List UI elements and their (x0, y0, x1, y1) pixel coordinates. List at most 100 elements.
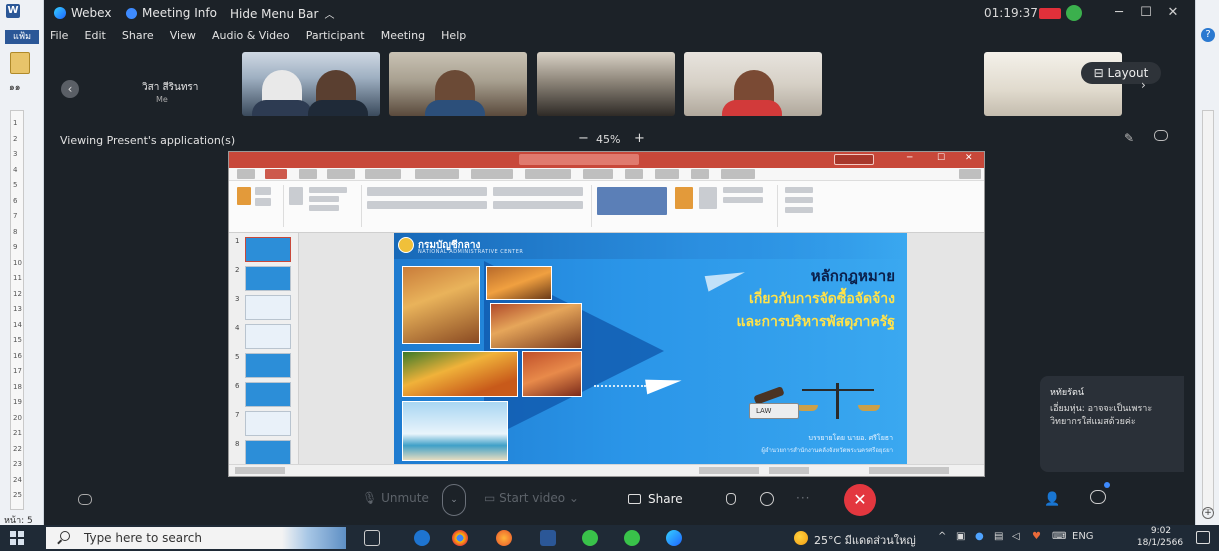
ppt-tab[interactable] (299, 169, 317, 179)
reactions-icon[interactable] (760, 492, 774, 506)
slide-thumbnail[interactable] (245, 440, 291, 465)
network-icon[interactable]: ▤ (994, 531, 1003, 542)
language-indicator[interactable]: ENG (1072, 531, 1094, 542)
menu-share[interactable]: Share (122, 29, 154, 42)
paste-icon[interactable] (10, 52, 30, 74)
raise-hand-icon[interactable] (726, 493, 736, 505)
ppt-tab[interactable] (655, 169, 679, 179)
taskbar-search-box[interactable]: Type here to search (46, 527, 346, 549)
participant-video-tile[interactable] (684, 52, 822, 116)
ppt-maximize-button[interactable]: ☐ (937, 153, 945, 163)
slide-thumbnail[interactable] (245, 324, 291, 349)
current-slide[interactable]: กรมบัญชีกลาง NATIONAL ADMINISTRATIVE CEN… (394, 233, 907, 464)
ppt-tab[interactable] (583, 169, 613, 179)
ppt-tab[interactable] (721, 169, 755, 179)
ppt-tab[interactable] (525, 169, 571, 179)
tray-app-icon[interactable]: ● (975, 531, 984, 542)
menu-audio-video[interactable]: Audio & Video (212, 29, 290, 42)
close-button[interactable]: ✕ (1161, 4, 1185, 22)
slide-thumbnail[interactable] (245, 382, 291, 407)
maximize-button[interactable]: ☐ (1134, 4, 1158, 22)
unmute-button[interactable]: 🎙 Unmute (362, 491, 429, 505)
keyboard-icon[interactable]: ⌨ (1052, 531, 1066, 542)
slide-thumbnail[interactable] (245, 295, 291, 320)
chevron-up-icon[interactable]: ^ (938, 531, 946, 542)
webex-app-title[interactable]: Webex (54, 6, 111, 20)
menu-view[interactable]: View (170, 29, 196, 42)
volume-icon[interactable]: ◁ (1012, 531, 1020, 542)
ppt-new-slide-icon[interactable] (289, 187, 303, 205)
participant-video-tile[interactable] (242, 52, 380, 116)
ppt-tab[interactable] (237, 169, 255, 179)
word-taskbar-icon[interactable] (540, 530, 556, 546)
minimize-button[interactable]: ─ (1107, 4, 1131, 22)
shared-powerpoint-window[interactable]: ─ ☐ ✕ 1 2 3 4 5 6 7 8 กรมบัญชีกลาง NATIO… (228, 151, 985, 477)
chrome-icon[interactable] (452, 530, 468, 546)
clock-time[interactable]: 9:02 (1136, 526, 1186, 536)
menu-edit[interactable]: Edit (85, 29, 106, 42)
tray-app-icon[interactable]: ▣ (956, 531, 965, 542)
tray-app-icon[interactable]: ♥ (1032, 531, 1041, 542)
audio-options-button[interactable]: ⌄ (442, 484, 466, 516)
menu-participant[interactable]: Participant (306, 29, 365, 42)
ppt-slide-canvas[interactable]: กรมบัญชีกลาง NATIONAL ADMINISTRATIVE CEN… (299, 233, 984, 466)
ppt-tab[interactable] (365, 169, 401, 179)
annotate-icon[interactable]: ✎ (1124, 131, 1134, 145)
notifications-icon[interactable] (1196, 531, 1210, 544)
share-button[interactable]: Share (624, 486, 696, 512)
chat-icon[interactable] (1154, 130, 1168, 141)
participant-video-tile[interactable] (389, 52, 527, 116)
ppt-find-button[interactable] (785, 187, 813, 193)
zoom-out-button[interactable]: − (578, 131, 589, 146)
ppt-tab[interactable] (327, 169, 355, 179)
firefox-icon[interactable] (496, 530, 512, 546)
hide-menu-bar-button[interactable]: Hide Menu Bar ︿ (230, 6, 334, 21)
word-font-size[interactable]: ๑๑ (9, 80, 20, 94)
ppt-minimize-button[interactable]: ─ (907, 153, 912, 163)
word-app-icon[interactable]: W (6, 4, 20, 18)
clock-date[interactable]: 18/1/2566 (1130, 538, 1190, 548)
help-icon[interactable]: ? (1201, 28, 1215, 42)
ppt-tab[interactable] (625, 169, 643, 179)
ppt-shapes-gallery[interactable] (597, 187, 667, 215)
participants-icon[interactable]: 👤 (1044, 492, 1060, 507)
webex-taskbar-icon[interactable] (666, 530, 682, 546)
task-view-icon[interactable] (364, 530, 380, 546)
ppt-tab[interactable] (691, 169, 709, 179)
windows-start-icon[interactable] (10, 531, 24, 545)
start-video-button[interactable]: ▭ Start video ⌄ (484, 491, 579, 505)
leave-meeting-button[interactable]: ✕ (844, 484, 876, 516)
vertical-scrollbar[interactable] (1202, 110, 1214, 510)
network-status-icon[interactable] (1066, 5, 1082, 21)
ppt-paste-icon[interactable] (237, 187, 251, 205)
edge-browser-icon[interactable] (414, 530, 430, 546)
more-options-icon[interactable]: ··· (796, 491, 810, 505)
ppt-tab-home[interactable] (265, 169, 287, 179)
strip-next-button[interactable]: › (1141, 78, 1146, 92)
ppt-font-box[interactable] (367, 187, 487, 196)
participant-video-tile[interactable] (537, 52, 675, 116)
menu-help[interactable]: Help (441, 29, 466, 42)
chat-message-popup[interactable]: หทัยรัตน์ เอี่ยมหุ่น: อาจจะเป็นเพราะวิทย… (1040, 376, 1184, 472)
ppt-tab[interactable] (471, 169, 513, 179)
slide-thumbnail[interactable] (245, 266, 291, 291)
ppt-tab[interactable] (415, 169, 459, 179)
ppt-close-button[interactable]: ✕ (965, 153, 973, 163)
zoom-in-icon[interactable]: + (1202, 507, 1214, 519)
meeting-info-button[interactable]: Meeting Info (126, 6, 217, 20)
chat-panel-icon[interactable] (1090, 490, 1106, 504)
ppt-signin-button[interactable] (834, 154, 874, 165)
layout-button[interactable]: ⊟ Layout (1081, 62, 1161, 84)
captions-icon[interactable] (78, 494, 92, 505)
slide-thumbnail[interactable] (245, 237, 291, 262)
menu-file[interactable]: File (50, 29, 68, 42)
menu-meeting[interactable]: Meeting (381, 29, 425, 42)
strip-back-button[interactable]: ‹ (61, 80, 79, 98)
zoom-in-button[interactable]: + (634, 131, 645, 146)
weather-widget[interactable]: 25°C มีแดดส่วนใหญ่ (814, 531, 916, 549)
ppt-zoom-slider[interactable] (869, 467, 949, 474)
word-file-tab[interactable]: แฟ้ม (5, 30, 39, 44)
line-app-icon[interactable] (624, 530, 640, 546)
line-app-icon[interactable] (582, 530, 598, 546)
ppt-search-box[interactable] (519, 154, 639, 165)
